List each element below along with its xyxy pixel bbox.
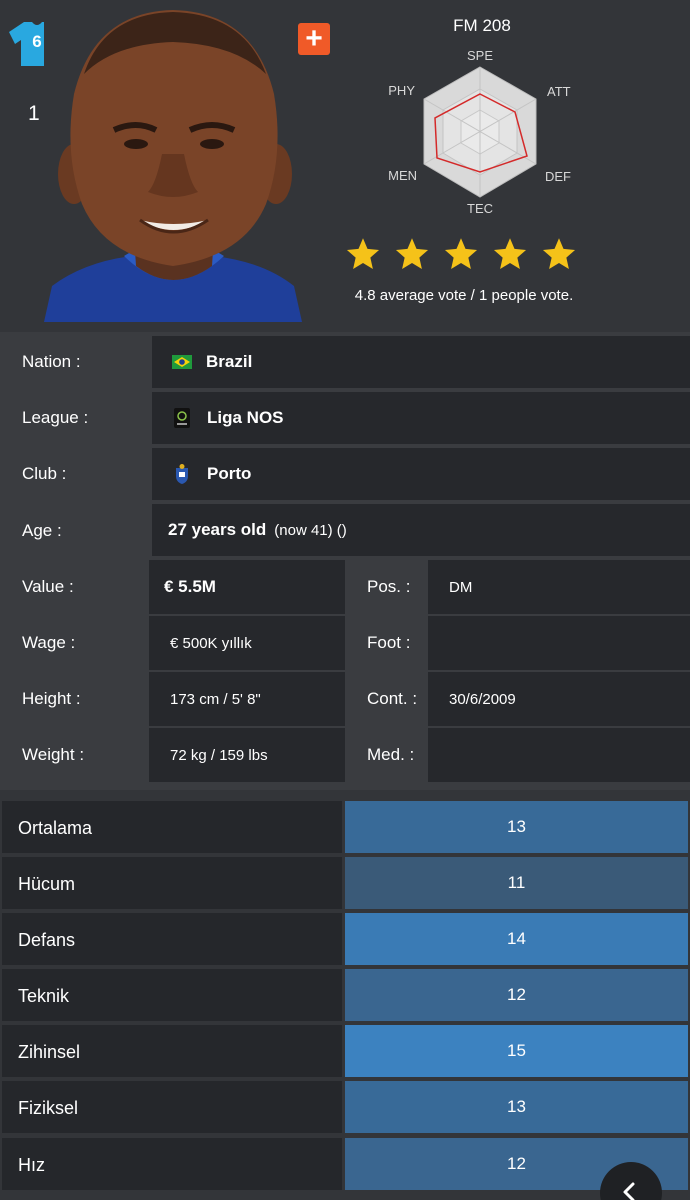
stat-name: Zihinsel [2,1025,342,1077]
radar-label-tec: TEC [467,201,493,216]
radar-label-att: ATT [547,84,571,99]
foot-label: Foot : [367,633,411,652]
stat-name: Hücum [2,857,342,909]
stat-value: 14 [345,913,688,965]
stat-name: Defans [2,913,342,965]
player-rank: 1 [28,102,40,125]
weight-field: 72 kg / 159 lbs [149,728,345,782]
height-value: 173 cm / 5' 8" [170,690,261,708]
stat-value: 13 [345,1081,688,1133]
player-photo [44,4,302,322]
nation-label: Nation : [22,352,81,371]
stat-name: Fiziksel [2,1081,342,1133]
radar-label-men: MEN [388,168,417,183]
radar-label-phy: PHY [388,83,415,98]
chevron-left-icon [623,1182,635,1200]
attribute-radar-chart: SPE ATT DEF TEC MEN PHY [375,40,585,225]
age-label: Age : [22,521,62,540]
radar-label-spe: SPE [467,48,493,63]
position-value: DM [449,578,473,596]
star-icon[interactable] [443,236,479,272]
contract-field: 30/6/2009 [428,672,690,726]
stat-value: 12 [345,969,688,1021]
vote-summary: 4.8 average vote / 1 people vote. [354,287,574,304]
age-text: 27 years old [168,520,267,539]
fm-title: FM 208 [453,16,511,35]
star-icon[interactable] [394,236,430,272]
stat-value: 15 [345,1025,688,1077]
value-field: € 5.5M [149,560,345,614]
star-icon[interactable] [345,236,381,272]
porto-crest-icon [173,463,191,485]
stat-name: Ortalama [2,801,342,853]
club-label: Club : [22,464,67,483]
stat-value: 11 [345,857,688,909]
contract-label: Cont. : [367,689,418,708]
weight-value: 72 kg / 159 lbs [170,746,268,764]
stat-name: Hız [2,1138,342,1190]
stat-row-zihinsel: Zihinsel 15 [2,1025,688,1077]
stat-value: 13 [345,801,688,853]
weight-label: Weight : [22,745,85,764]
contract-value: 30/6/2009 [449,690,516,708]
age-value: 27 years old (now 41) () [152,504,690,556]
nation-value[interactable]: Brazil [152,336,690,388]
position-field: DM [428,560,690,614]
nation-name: Brazil [206,352,253,371]
age-current: (now 41) () [274,521,347,539]
stat-row-ortalama: Ortalama 13 [2,801,688,853]
league-label: League : [22,408,89,427]
star-icon[interactable] [541,236,577,272]
stat-name: Teknik [2,969,342,1021]
add-button[interactable]: + [298,23,330,55]
height-field: 173 cm / 5' 8" [149,672,345,726]
rating-stars[interactable] [345,236,585,276]
brazil-flag-icon [172,355,192,369]
wage-label: Wage : [22,633,76,652]
club-value[interactable]: Porto [152,448,690,500]
medical-label: Med. : [367,745,415,764]
stat-row-hucum: Hücum 11 [2,857,688,909]
wage-field: € 500K yıllık [149,616,345,670]
position-label: Pos. : [367,577,411,596]
stat-row-teknik: Teknik 12 [2,969,688,1021]
foot-field [428,616,690,670]
stat-row-hiz: Hız 12 [2,1138,688,1190]
medical-field [428,728,690,782]
league-name: Liga NOS [207,408,284,427]
market-value: € 5.5M [164,577,216,596]
player-info-panel: Nation : Brazil League : Liga NOS Club :… [0,332,690,790]
club-name: Porto [207,464,252,483]
liga-nos-logo-icon [173,407,191,429]
wage-value: € 500K yıllık [170,634,252,652]
league-value[interactable]: Liga NOS [152,392,690,444]
value-label: Value : [22,577,74,596]
height-label: Height : [22,689,81,708]
star-icon[interactable] [492,236,528,272]
player-header: 6 1 + FM 208 SPE ATT DEF TEC MEN PHY 4.8… [0,0,690,330]
stat-row-defans: Defans 14 [2,913,688,965]
radar-label-def: DEF [545,169,571,184]
stat-row-fiziksel: Fiziksel 13 [2,1081,688,1133]
